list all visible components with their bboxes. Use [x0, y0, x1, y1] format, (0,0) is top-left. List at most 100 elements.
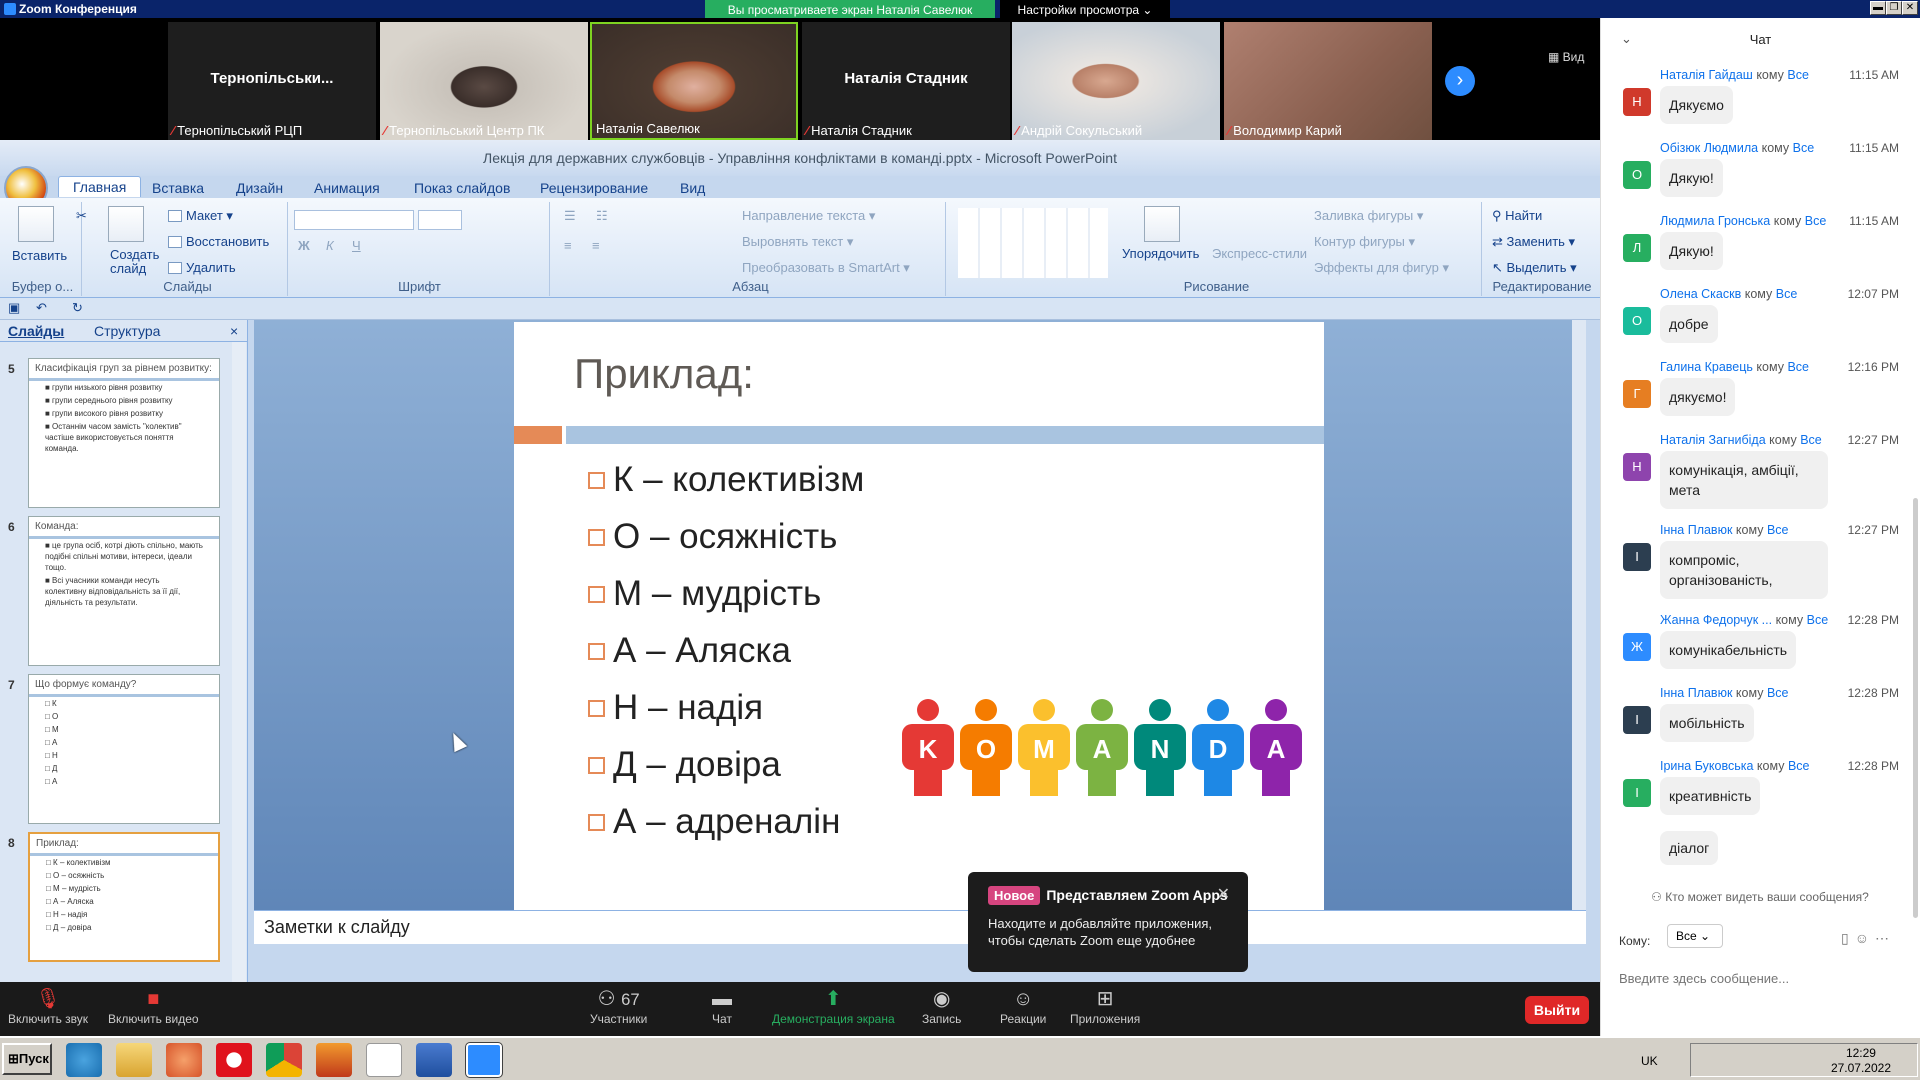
- replace-button[interactable]: ⇄ Заменить ▾: [1492, 234, 1575, 250]
- tab-design[interactable]: Дизайн: [236, 180, 283, 196]
- shapes-gallery[interactable]: [958, 208, 1108, 278]
- slide-notes[interactable]: Заметки к слайду: [254, 910, 1586, 944]
- message-bubble[interactable]: Дякую!: [1660, 232, 1723, 270]
- more-icon[interactable]: ⋯: [1875, 930, 1895, 946]
- message-bubble[interactable]: комунікабельність: [1660, 631, 1797, 669]
- chat-button[interactable]: ▬ Чат: [712, 986, 732, 1026]
- sender-name[interactable]: Обізюк Людмила: [1660, 141, 1758, 155]
- sender-name[interactable]: Галина Кравець: [1660, 360, 1753, 374]
- video-tile[interactable]: ⁄ Тернопільський Центр ПК: [380, 22, 588, 140]
- bullets-icon[interactable]: ☰: [564, 208, 576, 224]
- word-icon[interactable]: [416, 1043, 452, 1077]
- tab-insert[interactable]: Вставка: [152, 180, 204, 196]
- message-bubble[interactable]: мобільність: [1660, 704, 1754, 742]
- align-text-button[interactable]: Выровнять текст ▾: [742, 234, 853, 250]
- sender-name[interactable]: Наталія Гайдаш: [1660, 68, 1753, 82]
- video-tile[interactable]: Тернопільськи... ⁄ Тернопільський РЦП: [168, 22, 376, 140]
- sender-name[interactable]: Інна Плавюк: [1660, 686, 1732, 700]
- redo-icon[interactable]: ↻: [72, 300, 83, 316]
- chrome-icon[interactable]: [266, 1043, 302, 1077]
- slide-thumbnail[interactable]: Що формує команду? □ К □ О □ М □ А □ Н □ Д □ А: [28, 674, 220, 824]
- message-bubble[interactable]: Дякую!: [1660, 159, 1723, 197]
- align-left-icon[interactable]: ≡: [564, 238, 572, 253]
- align-center-icon[interactable]: ≡: [592, 238, 600, 253]
- select-button[interactable]: ↖ Выделить ▾: [1492, 260, 1577, 276]
- message-bubble[interactable]: компроміс, організованість,: [1660, 541, 1828, 599]
- chevron-right-icon[interactable]: ›: [1445, 66, 1475, 96]
- message-bubble[interactable]: комунікація, амбіції, мета: [1660, 451, 1828, 509]
- thumbnails-scrollbar[interactable]: [232, 342, 246, 982]
- slide-thumbnail[interactable]: Команда: ■ це група осіб, котрі діють спі…: [28, 516, 220, 666]
- save-icon[interactable]: ▣: [8, 300, 20, 316]
- tab-slideshow[interactable]: Показ слайдов: [414, 180, 510, 196]
- message-bubble[interactable]: дякуємо!: [1660, 378, 1736, 416]
- tab-view[interactable]: Вид: [680, 180, 705, 196]
- shape-effects-button[interactable]: Эффекты для фигур ▾: [1314, 260, 1449, 276]
- slide-thumbnail[interactable]: Приклад: □ К – колективізм □ О – осяжність…: [28, 832, 220, 962]
- paste-button[interactable]: Вставить: [12, 248, 67, 263]
- shape-outline-button[interactable]: Контур фигуры ▾: [1314, 234, 1415, 250]
- opera-icon[interactable]: [216, 1043, 252, 1077]
- arrange-button[interactable]: Упорядочить: [1122, 246, 1199, 261]
- smartart-button[interactable]: Преобразовать в SmartArt ▾: [742, 260, 910, 276]
- current-slide[interactable]: Приклад: К – колективізм О – осяжність М –…: [514, 322, 1324, 910]
- reset-button[interactable]: Восстановить: [168, 234, 269, 249]
- maximize-button[interactable]: ❐: [1886, 1, 1902, 15]
- sender-name[interactable]: Наталія Загнибіда: [1660, 433, 1766, 447]
- start-video-button[interactable]: ■ Включить видео: [108, 986, 199, 1026]
- apps-button[interactable]: ⊞ Приложения: [1070, 986, 1140, 1026]
- tab-outline[interactable]: Структура: [94, 323, 160, 339]
- chat-scrollbar[interactable]: [1913, 498, 1918, 918]
- chat-recipient-select[interactable]: Все ⌄: [1667, 924, 1723, 948]
- font-size-select[interactable]: [418, 210, 462, 230]
- sender-name[interactable]: Олена Скаскв: [1660, 287, 1741, 301]
- file-icon[interactable]: ▯: [1841, 930, 1855, 946]
- unmute-button[interactable]: 🎙︎ Включить звук: [8, 986, 88, 1026]
- app-icon[interactable]: [316, 1043, 352, 1077]
- tab-review[interactable]: Рецензирование: [540, 180, 648, 196]
- new-slide-button[interactable]: Создать слайд: [110, 248, 166, 276]
- text-direction-button[interactable]: Направление текста ▾: [742, 208, 875, 224]
- minimize-button[interactable]: ▬: [1870, 1, 1886, 15]
- font-name-select[interactable]: [294, 210, 414, 230]
- message-bubble[interactable]: добре: [1660, 305, 1718, 343]
- video-tile[interactable]: Наталія Стадник ⁄ Наталія Стадник: [802, 22, 1010, 140]
- close-icon[interactable]: ✕: [1217, 884, 1230, 904]
- sender-name[interactable]: Ірина Буковська: [1660, 759, 1753, 773]
- language-indicator[interactable]: UK: [1641, 1054, 1658, 1068]
- leave-button[interactable]: Выйти: [1525, 996, 1589, 1024]
- view-button[interactable]: ▦ Вид: [1548, 50, 1584, 64]
- slide-thumbnail[interactable]: Класифікація груп за рівнем розвитку: ■ г…: [28, 358, 220, 508]
- layout-button[interactable]: Макет ▾: [168, 208, 233, 224]
- numbering-icon[interactable]: ☷: [596, 208, 608, 224]
- tab-home[interactable]: Главная: [58, 176, 142, 197]
- chat-message-list[interactable]: Н Наталія Гайдаш кому Все 11:15 AM Дякуємо О…: [1601, 64, 1919, 888]
- tab-animation[interactable]: Анимация: [314, 180, 380, 196]
- chat-message-input[interactable]: [1619, 966, 1909, 990]
- video-tile-active-speaker[interactable]: Наталія Савелюк: [590, 22, 798, 140]
- video-tile[interactable]: ⁄ Андрій Сокульський: [1012, 22, 1220, 140]
- message-bubble[interactable]: креативність: [1660, 777, 1761, 815]
- message-bubble[interactable]: Дякуємо: [1660, 86, 1733, 124]
- who-can-see-link[interactable]: ⚇ Кто может видеть ваши сообщения?: [1601, 890, 1919, 904]
- underline-button[interactable]: Ч: [352, 238, 361, 253]
- emoji-icon[interactable]: ☺: [1855, 930, 1875, 946]
- shape-fill-button[interactable]: Заливка фигуры ▾: [1314, 208, 1423, 224]
- tab-slides[interactable]: Слайды: [8, 323, 64, 339]
- delete-slide-button[interactable]: Удалить: [168, 260, 236, 275]
- close-button[interactable]: ✕: [1902, 1, 1918, 15]
- video-tile[interactable]: ⁄ Володимир Карий: [1224, 22, 1432, 140]
- sender-name[interactable]: Людмила Гронська: [1660, 214, 1770, 228]
- bold-button[interactable]: Ж: [298, 238, 310, 253]
- italic-button[interactable]: К: [326, 238, 334, 253]
- share-screen-button[interactable]: ⬆ Демонстрация экрана: [772, 986, 895, 1026]
- cut-icon[interactable]: ✂: [76, 208, 87, 224]
- explorer-icon[interactable]: [116, 1043, 152, 1077]
- find-button[interactable]: ⚲ Найти: [1492, 208, 1542, 224]
- close-icon[interactable]: ×: [230, 323, 238, 339]
- sender-name[interactable]: Жанна Федорчук ...: [1660, 613, 1772, 627]
- message-bubble[interactable]: діалог: [1660, 831, 1719, 865]
- quick-styles-button[interactable]: Экспресс-стили: [1212, 246, 1307, 261]
- media-icon[interactable]: [166, 1043, 202, 1077]
- ie-icon[interactable]: [66, 1043, 102, 1077]
